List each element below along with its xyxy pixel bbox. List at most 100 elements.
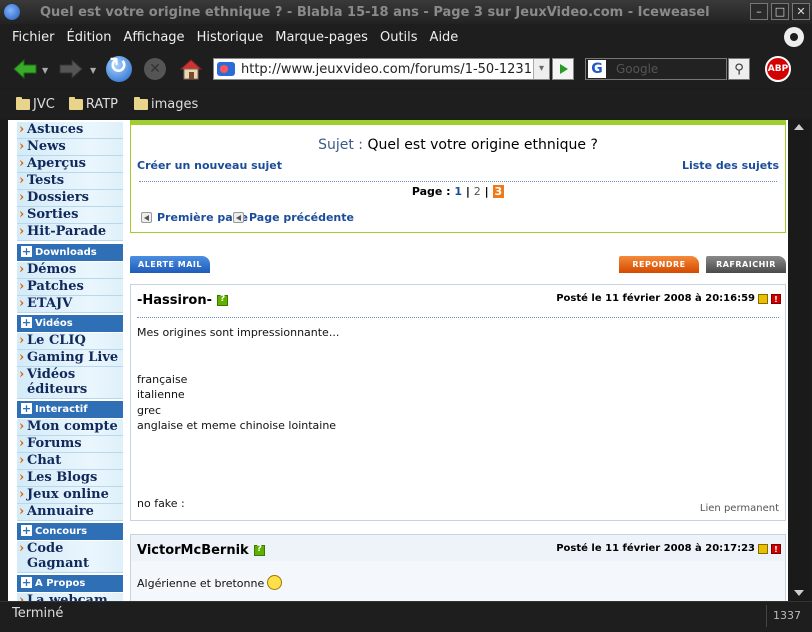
- first-page-icon: [141, 212, 152, 223]
- mail-alert-button[interactable]: ALERTE MAIL: [130, 256, 210, 273]
- menu-affichage[interactable]: Affichage: [123, 30, 184, 45]
- site-link-jeux-online[interactable]: Jeux online: [17, 487, 123, 504]
- site-link-patches[interactable]: Patches: [17, 279, 123, 296]
- site-link-apercus[interactable]: Aperçus: [17, 156, 123, 173]
- report-icon[interactable]: !: [771, 543, 781, 554]
- status-text: Terminé: [12, 606, 64, 621]
- menu-bar: Fichier Édition Affichage Historique Mar…: [0, 24, 812, 50]
- bookmarks-toolbar: JVC RATP images: [0, 90, 812, 118]
- bookmark-jvc[interactable]: JVC: [16, 96, 55, 112]
- site-link-dossiers[interactable]: Dossiers: [17, 190, 123, 207]
- menu-marque-pages[interactable]: Marque-pages: [275, 30, 368, 45]
- site-favicon-icon: [217, 62, 235, 76]
- url-input[interactable]: http://www.jeuxvideo.com/forums/1-50-123…: [241, 62, 531, 77]
- site-link-chat[interactable]: Chat: [17, 453, 123, 470]
- site-link-demos[interactable]: Démos: [17, 262, 123, 279]
- bookmark-ratp[interactable]: RATP: [68, 96, 118, 112]
- forum-message: -Hassiron- Posté le 11 février 2008 à 20…: [130, 284, 786, 521]
- site-link-forums[interactable]: Forums: [17, 436, 123, 453]
- menu-aide[interactable]: Aide: [430, 30, 459, 45]
- folder-icon: [133, 96, 148, 110]
- site-link-le-cliq[interactable]: Le CLIQ: [17, 333, 123, 350]
- scroll-up-icon[interactable]: [794, 124, 804, 130]
- page-link-1[interactable]: 1: [454, 185, 462, 198]
- reload-button[interactable]: [106, 54, 132, 82]
- site-link-annuaire[interactable]: Annuaire: [17, 504, 123, 521]
- bookmark-images[interactable]: images: [133, 96, 198, 112]
- site-link-tests[interactable]: Tests: [17, 173, 123, 190]
- site-link-code-gagnant[interactable]: Code Gagnant: [17, 541, 123, 573]
- folder-icon: [16, 96, 30, 110]
- message-author[interactable]: VictorMcBernik: [137, 543, 265, 558]
- site-navigation: Astuces News Aperçus Tests Dossiers Sort…: [8, 120, 123, 601]
- site-link-mon-compte[interactable]: Mon compte: [17, 419, 123, 436]
- menu-edition[interactable]: Édition: [67, 30, 112, 45]
- info-icon[interactable]: [758, 543, 768, 554]
- site-link-les-blogs[interactable]: Les Blogs: [17, 470, 123, 487]
- create-topic-link[interactable]: Créer un nouveau sujet: [137, 159, 282, 172]
- search-input[interactable]: Google: [616, 62, 658, 76]
- forward-button[interactable]: [58, 58, 84, 80]
- window-controls: – □ ✕: [750, 3, 810, 20]
- previous-page-icon: [233, 212, 244, 223]
- page-label: Page :: [411, 185, 455, 198]
- vertical-scrollbar[interactable]: [790, 120, 810, 601]
- maximize-button[interactable]: □: [771, 3, 789, 20]
- title-bar: Quel est votre origine ethnique ? - Blab…: [0, 0, 812, 24]
- forward-history-dropdown[interactable]: ▼: [90, 66, 96, 75]
- previous-page-link[interactable]: Page précédente: [233, 211, 354, 224]
- minimize-button[interactable]: –: [750, 3, 768, 20]
- page-viewport: Astuces News Aperçus Tests Dossiers Sort…: [8, 120, 788, 601]
- message-author[interactable]: -Hassiron-: [137, 293, 228, 308]
- site-link-la-webcam[interactable]: La webcam: [17, 593, 123, 601]
- folder-icon: [68, 96, 83, 110]
- site-link-astuces[interactable]: Astuces: [17, 122, 123, 139]
- search-icon[interactable]: ⚲: [728, 58, 750, 80]
- site-link-videos-editeurs[interactable]: Vidéos éditeurs: [17, 367, 123, 399]
- permalink-link[interactable]: Lien permanent: [700, 503, 779, 514]
- site-section-videos[interactable]: Vidéos: [17, 315, 123, 332]
- search-box[interactable]: G Google: [585, 58, 727, 80]
- menu-historique[interactable]: Historique: [197, 30, 264, 45]
- page-link-2[interactable]: 2: [474, 185, 481, 198]
- home-button[interactable]: [178, 56, 204, 82]
- profile-icon[interactable]: [253, 544, 265, 556]
- site-link-hit-parade[interactable]: Hit-Parade: [17, 224, 123, 241]
- site-link-news[interactable]: News: [17, 139, 123, 156]
- menu-outils[interactable]: Outils: [380, 30, 418, 45]
- subject-panel: Sujet : Quel est votre origine ethnique …: [130, 120, 786, 233]
- url-dropdown[interactable]: ▾: [533, 59, 549, 79]
- site-section-a-propos[interactable]: A Propos: [17, 575, 123, 592]
- url-bar[interactable]: http://www.jeuxvideo.com/forums/1-50-123…: [213, 58, 550, 80]
- profile-icon[interactable]: [216, 294, 228, 306]
- back-history-dropdown[interactable]: ▼: [42, 66, 48, 75]
- forward-arrow-icon: [59, 58, 83, 80]
- close-button[interactable]: ✕: [792, 3, 810, 20]
- subject-title: Quel est votre origine ethnique ?: [367, 137, 598, 153]
- scroll-down-icon[interactable]: [794, 590, 804, 596]
- back-arrow-icon: [13, 58, 37, 80]
- go-button[interactable]: [552, 58, 574, 80]
- menu-fichier[interactable]: Fichier: [12, 30, 55, 45]
- site-section-interactif[interactable]: Interactif: [17, 401, 123, 418]
- pagination: Page : 1 | 2 | 3: [411, 185, 505, 198]
- first-page-link[interactable]: Première page: [141, 211, 248, 224]
- google-icon[interactable]: G: [588, 60, 606, 78]
- refresh-button[interactable]: RAFRAICHIR: [706, 256, 786, 273]
- throbber-icon: [784, 27, 804, 47]
- adblock-icon[interactable]: ABP: [765, 56, 791, 82]
- info-icon[interactable]: [758, 293, 768, 304]
- site-section-concours[interactable]: Concours: [17, 523, 123, 540]
- reply-button[interactable]: REPONDRE: [619, 256, 699, 273]
- site-link-gaming-live[interactable]: Gaming Live: [17, 350, 123, 367]
- report-icon[interactable]: !: [771, 293, 781, 304]
- back-button[interactable]: [12, 58, 38, 80]
- site-link-sorties[interactable]: Sorties: [17, 207, 123, 224]
- site-section-downloads[interactable]: Downloads: [17, 244, 123, 261]
- status-bar: Terminé 1337: [0, 601, 812, 632]
- message-body: Algérienne et bretonne: [137, 575, 283, 592]
- message-date: Posté le 11 février 2008 à 20:17:23!: [556, 543, 781, 554]
- site-link-etajv[interactable]: ETAJV: [17, 296, 123, 313]
- topic-list-link[interactable]: Liste des sujets: [682, 159, 779, 172]
- stop-button[interactable]: ✕: [144, 58, 166, 80]
